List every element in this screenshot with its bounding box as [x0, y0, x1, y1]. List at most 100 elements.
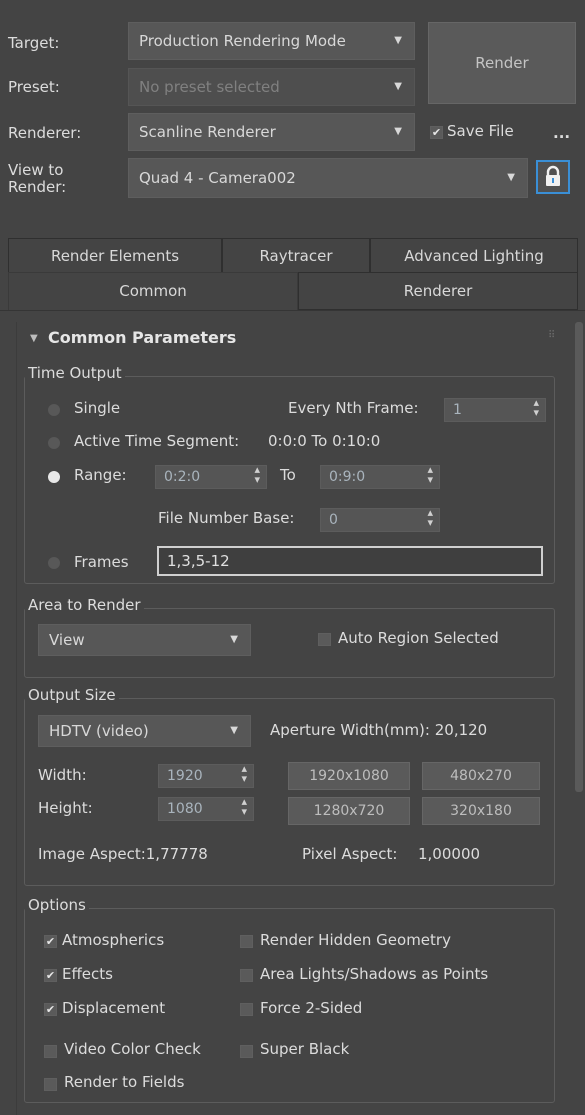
area-lights-label: Area Lights/Shadows as Points: [260, 965, 489, 983]
time-output-title: Time Output: [25, 364, 125, 382]
active-segment-value: 0:0:0 To 0:10:0: [268, 432, 381, 450]
atmospherics-checkbox[interactable]: ✔: [44, 935, 57, 948]
height-value: 1080: [167, 801, 203, 817]
target-dropdown[interactable]: Production Rendering Mode ▼: [128, 22, 415, 60]
drag-handle-icon[interactable]: ⠿: [548, 330, 555, 341]
spinner-arrows-icon[interactable]: ▴ ▾: [241, 796, 247, 817]
height-label: Height:: [38, 799, 93, 817]
atmospherics-label: Atmospherics: [62, 931, 165, 949]
more-button[interactable]: ...: [553, 124, 570, 142]
tab-renderer[interactable]: Renderer: [298, 272, 578, 310]
chevron-down-icon: ▼: [230, 634, 238, 645]
spinner-arrows-icon[interactable]: ▴ ▾: [533, 397, 539, 418]
lock-view-button[interactable]: [536, 160, 570, 194]
renderer-label: Renderer:: [8, 124, 82, 142]
width-spinner[interactable]: 1920 ▴ ▾: [158, 763, 254, 788]
area-to-render-title: Area to Render: [25, 596, 144, 614]
aperture-width-label: Aperture Width(mm): 20,120: [270, 721, 488, 739]
preset-320x180-button[interactable]: 320x180: [422, 797, 540, 825]
output-size-title: Output Size: [25, 686, 119, 704]
file-number-base-label: File Number Base:: [158, 509, 295, 527]
file-number-base-value: 0: [329, 512, 338, 528]
area-to-render-value: View: [49, 631, 85, 649]
view-label-line1: View to: [8, 161, 64, 179]
scrollbar[interactable]: [575, 322, 583, 792]
target-label: Target:: [8, 34, 60, 52]
frames-radio[interactable]: [48, 557, 60, 569]
every-nth-value: 1: [453, 402, 462, 418]
check-icon: ✔: [45, 969, 56, 982]
image-aspect-label: Image Aspect:1,77778: [38, 845, 208, 863]
super-black-label: Super Black: [260, 1040, 350, 1058]
check-icon: ✔: [45, 1003, 56, 1016]
renderer-dropdown[interactable]: Scanline Renderer ▼: [128, 113, 415, 151]
preset-label: Preset:: [8, 78, 60, 96]
height-spinner[interactable]: 1080 ▴ ▾: [158, 796, 254, 821]
every-nth-spinner[interactable]: 1 ▴ ▾: [444, 397, 546, 422]
auto-region-checkbox[interactable]: [318, 633, 331, 646]
tab-advanced-lighting[interactable]: Advanced Lighting: [370, 238, 578, 272]
preset-1280x720-button[interactable]: 1280x720: [288, 797, 410, 825]
auto-region-label: Auto Region Selected: [338, 629, 499, 647]
render-button[interactable]: Render: [428, 22, 576, 104]
spinner-arrows-icon[interactable]: ▴ ▾: [254, 464, 260, 485]
active-segment-label: Active Time Segment:: [74, 432, 240, 450]
spinner-arrows-icon[interactable]: ▴ ▾: [427, 464, 433, 485]
area-lights-checkbox[interactable]: [240, 969, 253, 982]
lock-icon: [546, 165, 560, 186]
output-size-value: HDTV (video): [49, 722, 149, 740]
width-value: 1920: [167, 768, 203, 784]
frames-input[interactable]: 1,3,5-12: [157, 546, 543, 576]
effects-checkbox[interactable]: ✔: [44, 969, 57, 982]
preset-placeholder: No preset selected: [139, 78, 280, 96]
super-black-checkbox[interactable]: [240, 1045, 253, 1058]
pixel-aspect-value: 1,00000: [418, 845, 481, 863]
every-nth-label: Every Nth Frame:: [288, 399, 419, 417]
view-value: Quad 4 - Camera002: [139, 169, 296, 187]
force-2sided-checkbox[interactable]: [240, 1003, 253, 1016]
chevron-down-icon: ▼: [394, 35, 402, 46]
render-to-fields-label: Render to Fields: [64, 1073, 185, 1091]
options-title: Options: [25, 896, 89, 914]
range-label: Range:: [74, 466, 127, 484]
video-color-check-checkbox[interactable]: [44, 1045, 57, 1058]
render-to-fields-checkbox[interactable]: [44, 1078, 57, 1091]
file-number-base-spinner[interactable]: 0 ▴ ▾: [320, 507, 440, 532]
chevron-down-icon: ▼: [507, 172, 515, 183]
single-radio[interactable]: [48, 404, 60, 416]
preset-1920x1080-button[interactable]: 1920x1080: [288, 762, 410, 790]
output-size-dropdown[interactable]: HDTV (video) ▼: [38, 715, 251, 747]
check-icon: ✔: [45, 935, 56, 948]
preset-dropdown[interactable]: No preset selected ▼: [128, 68, 415, 106]
tab-common[interactable]: Common: [8, 272, 298, 310]
effects-label: Effects: [62, 965, 113, 983]
video-color-check-label: Video Color Check: [64, 1040, 201, 1058]
displacement-label: Displacement: [62, 999, 166, 1017]
range-radio[interactable]: [48, 471, 60, 483]
render-hidden-checkbox[interactable]: [240, 935, 253, 948]
chevron-down-icon: ▼: [394, 81, 402, 92]
range-to-spinner[interactable]: 0:9:0 ▴ ▾: [320, 464, 440, 489]
active-segment-radio[interactable]: [48, 437, 60, 449]
range-from-value: 0:2:0: [164, 469, 201, 485]
single-label: Single: [74, 399, 121, 417]
tab-raytracer[interactable]: Raytracer: [222, 238, 370, 272]
save-file-checkbox[interactable]: ✔: [430, 126, 443, 139]
render-hidden-label: Render Hidden Geometry: [260, 931, 451, 949]
chevron-down-icon: ▼: [394, 126, 402, 137]
view-to-render-dropdown[interactable]: Quad 4 - Camera002 ▼: [128, 158, 528, 198]
spinner-arrows-icon[interactable]: ▴ ▾: [241, 763, 247, 784]
preset-480x270-button[interactable]: 480x270: [422, 762, 540, 790]
displacement-checkbox[interactable]: ✔: [44, 1003, 57, 1016]
range-from-spinner[interactable]: 0:2:0 ▴ ▾: [155, 464, 267, 489]
spinner-arrows-icon[interactable]: ▴ ▾: [427, 507, 433, 528]
collapse-icon[interactable]: ▼: [30, 333, 38, 344]
area-to-render-dropdown[interactable]: View ▼: [38, 624, 251, 656]
frames-label: Frames: [74, 553, 129, 571]
rollout-title[interactable]: Common Parameters: [48, 328, 236, 347]
tab-render-elements[interactable]: Render Elements: [8, 238, 222, 272]
range-to-label: To: [280, 466, 296, 484]
width-label: Width:: [38, 766, 87, 784]
view-to-render-label: View to Render:: [8, 162, 66, 196]
pixel-aspect-label: Pixel Aspect:: [302, 845, 398, 863]
